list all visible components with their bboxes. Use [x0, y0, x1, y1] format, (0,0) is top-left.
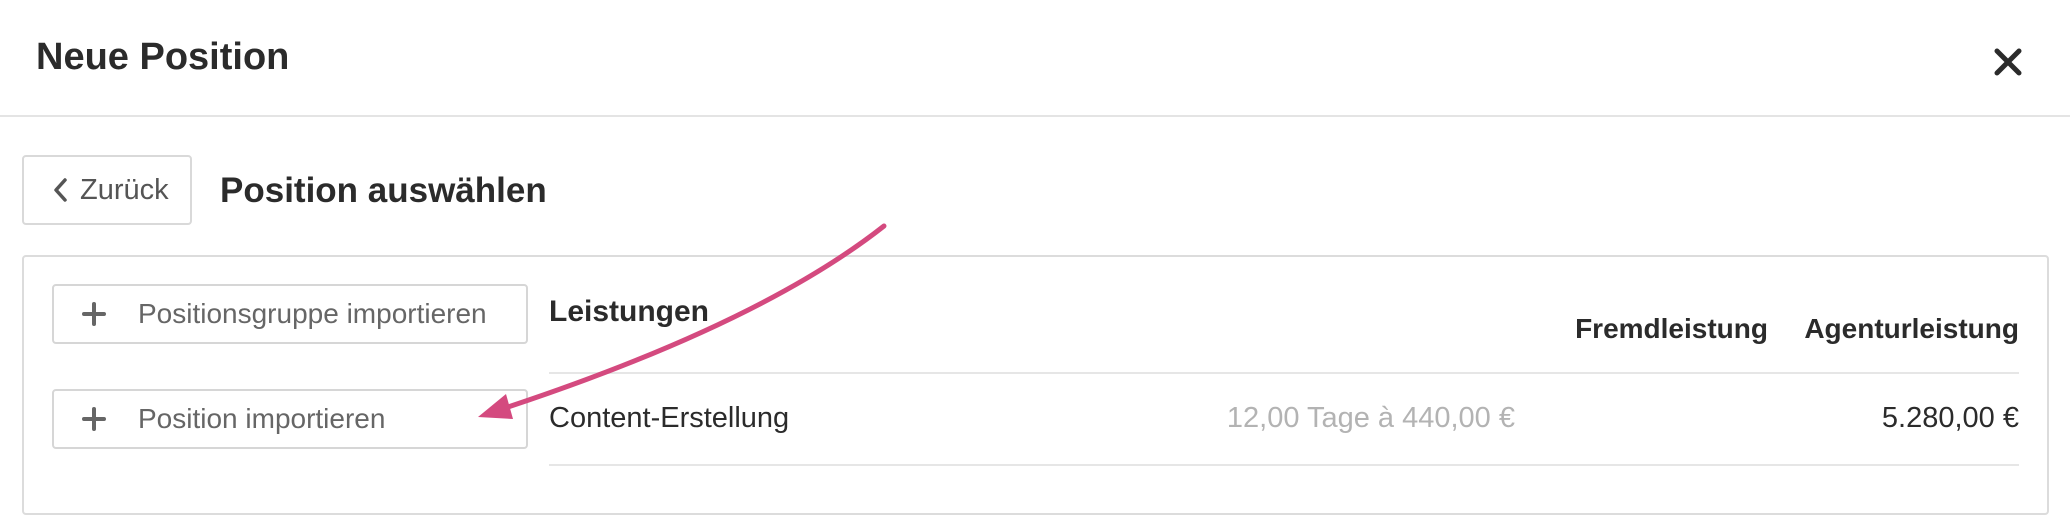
- dialog-title: Neue Position: [36, 36, 290, 78]
- close-button[interactable]: [1988, 42, 2028, 82]
- column-header-external: Fremdleistung: [1575, 313, 1768, 344]
- section-title: Leistungen: [549, 295, 710, 328]
- table-divider: [549, 464, 2019, 466]
- row-detail: 12,00 Tage à 440,00 €: [1226, 402, 1515, 434]
- column-header-agency: Agenturleistung: [1804, 313, 2019, 344]
- chevron-left-icon: [54, 178, 67, 202]
- plus-icon: [82, 302, 106, 326]
- import-position-button[interactable]: Position importieren: [52, 389, 528, 449]
- close-icon: [1994, 48, 2022, 76]
- back-button[interactable]: Zurück: [22, 155, 192, 225]
- import-group-button[interactable]: Positionsgruppe importieren: [52, 284, 528, 344]
- dialog-header: Neue Position: [0, 0, 2070, 117]
- row-agency-amount: 5.280,00 €: [1881, 402, 2019, 434]
- table-divider: [549, 372, 2019, 374]
- import-position-label: Position importieren: [138, 403, 386, 434]
- import-group-label: Positionsgruppe importieren: [138, 298, 487, 329]
- page-subtitle: Position auswählen: [220, 171, 547, 210]
- plus-icon: [82, 407, 106, 431]
- back-button-label: Zurück: [80, 173, 169, 206]
- row-name[interactable]: Content-Erstellung: [549, 402, 789, 435]
